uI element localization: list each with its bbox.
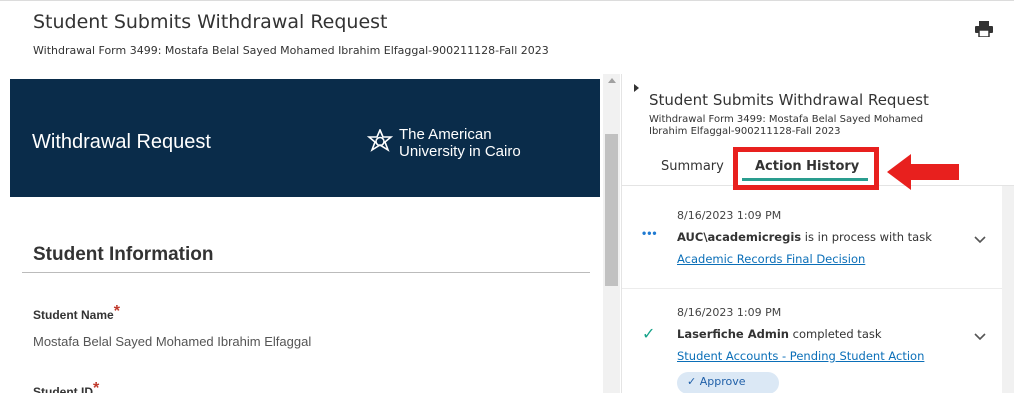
details-side-panel: Student Submits Withdrawal Request Withd… <box>621 74 1014 393</box>
required-marker: * <box>93 380 100 393</box>
approve-badge-label: Approve <box>699 375 746 388</box>
checkmark-icon: ✓ <box>687 375 700 388</box>
history-entry-action: completed task <box>788 327 882 341</box>
checkmark-icon: ✓ <box>642 326 656 343</box>
annotation-highlight-box <box>733 147 879 190</box>
page-header: Student Submits Withdrawal Request Withd… <box>0 0 1014 70</box>
printer-icon[interactable] <box>975 21 993 37</box>
page-title: Student Submits Withdrawal Request <box>33 11 388 33</box>
student-name-label: Student Name* <box>33 303 120 324</box>
form-banner: Withdrawal Request The American Universi… <box>10 79 600 197</box>
student-id-label-text: Student ID <box>33 385 93 393</box>
scrollbar-thumb[interactable] <box>605 134 618 286</box>
history-entry-divider <box>622 288 1002 289</box>
tab-summary[interactable]: Summary <box>661 159 724 174</box>
history-entry-task-link[interactable]: Student Accounts - Pending Student Actio… <box>677 349 924 363</box>
history-entry-action: is in process with task <box>801 230 932 244</box>
history-entry-description: Laserfiche Admin completed task <box>677 327 882 341</box>
side-panel-subtitle-line1: Withdrawal Form 3499: Mostafa Belal Saye… <box>649 114 924 125</box>
logo-text-line1: The American <box>399 126 492 143</box>
page-subtitle: Withdrawal Form 3499: Mostafa Belal Saye… <box>33 44 549 57</box>
logo-text-line2: University in Cairo <box>399 143 521 160</box>
section-divider <box>22 272 590 273</box>
side-panel-subtitle-line2: Ibrahim Elfaggal-900211128-Fall 2023 <box>649 126 841 137</box>
history-entry-date: 8/16/2023 1:09 PM <box>677 209 782 222</box>
section-title-student-information: Student Information <box>33 244 214 265</box>
history-scrollbar[interactable] <box>1002 186 1014 393</box>
collapse-panel-icon[interactable] <box>634 84 639 92</box>
history-entry-actor: AUC\academicregis <box>677 230 802 244</box>
approve-status-badge: ✓ Approve <box>677 372 779 393</box>
in-progress-dots-icon: ••• <box>642 226 658 240</box>
history-entry-actor: Laserfiche Admin <box>677 327 789 341</box>
student-name-label-text: Student Name <box>33 308 114 322</box>
form-banner-title: Withdrawal Request <box>32 131 211 153</box>
history-entry-date: 8/16/2023 1:09 PM <box>677 306 782 319</box>
history-entry-task-link[interactable]: Academic Records Final Decision <box>677 252 865 266</box>
chevron-down-icon[interactable] <box>974 236 986 244</box>
history-entry-description: AUC\academicregis is in process with tas… <box>677 230 932 244</box>
annotation-arrow-icon <box>887 154 959 190</box>
student-id-label: Student ID* <box>33 380 100 393</box>
scroll-up-arrow-icon[interactable] <box>608 78 616 83</box>
form-scrollbar[interactable] <box>603 74 620 393</box>
form-pane: Withdrawal Request The American Universi… <box>0 74 603 393</box>
side-panel-title: Student Submits Withdrawal Request <box>649 91 929 109</box>
chevron-down-icon[interactable] <box>974 333 986 341</box>
auc-logo-icon <box>367 129 393 152</box>
student-name-value: Mostafa Belal Sayed Mohamed Ibrahim Elfa… <box>33 334 312 349</box>
required-marker: * <box>113 303 120 320</box>
